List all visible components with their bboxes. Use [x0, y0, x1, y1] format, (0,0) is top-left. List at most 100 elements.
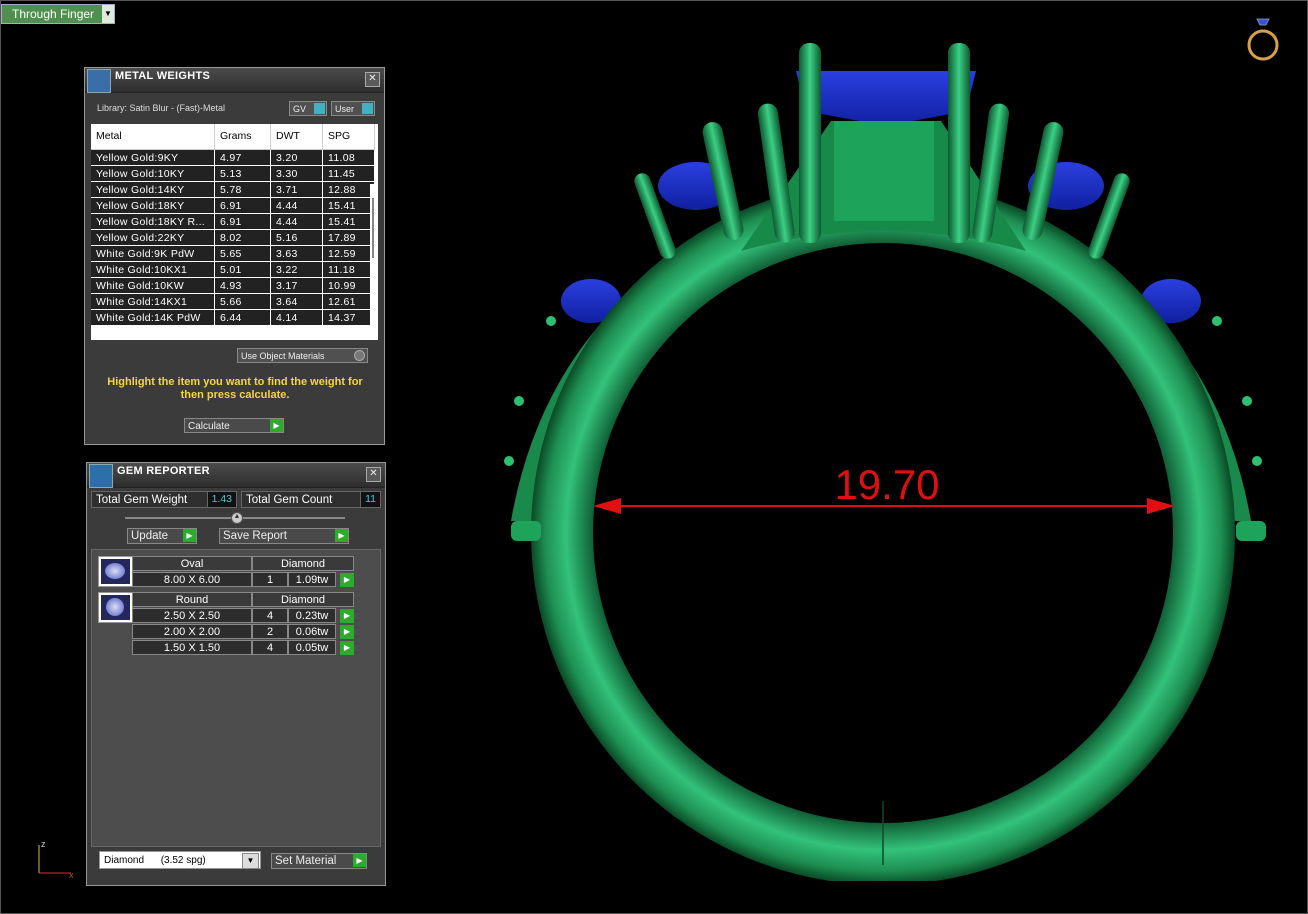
gem-size: 2.50 X 2.50: [132, 608, 252, 623]
gv-toggle[interactable]: GV: [289, 101, 327, 116]
close-icon[interactable]: ✕: [365, 72, 380, 87]
view-select-dropdown[interactable]: Through Finger ▼: [1, 4, 115, 24]
save-report-button[interactable]: Save Report ▶: [219, 528, 349, 544]
3d-viewport[interactable]: Through Finger ▼ 19.70 z x METAL WEIGHTS…: [0, 0, 1308, 914]
gem-size: 1.50 X 1.50: [132, 640, 252, 655]
column-header[interactable]: SPG: [322, 124, 375, 150]
gem-list: Oval Diamond 8.00 X 6.00 1 1.09tw ▶ Roun…: [91, 549, 381, 847]
play-icon: ▶: [335, 529, 348, 542]
table-cell: 12.59: [322, 245, 375, 262]
gem-reporter-title: GEM REPORTER: [117, 465, 210, 477]
table-cell: 5.16: [270, 229, 323, 246]
user-label: User: [335, 104, 355, 114]
table-row[interactable]: Yellow Gold:22KY 8.02 5.16 17.89: [91, 229, 375, 246]
metal-weights-icon: [87, 69, 111, 93]
gem-weight: 0.23tw: [288, 608, 336, 623]
set-material-button[interactable]: Set Material ▶: [271, 853, 367, 869]
gem-reporter-panel: GEM REPORTER ✕ Total Gem Weight 1.43 Tot…: [86, 462, 386, 886]
panel-splitter[interactable]: ▲: [125, 512, 345, 524]
table-cell: 3.30: [270, 165, 323, 182]
gem-count: 4: [252, 640, 288, 655]
gem-count: 4: [252, 608, 288, 623]
table-cell: 3.17: [270, 277, 323, 294]
table-cell: White Gold:9K PdW: [91, 245, 215, 262]
table-row[interactable]: White Gold:14K PdW 6.44 4.14 14.37: [91, 309, 375, 326]
update-label: Update: [131, 530, 169, 542]
table-row[interactable]: White Gold:10KW 4.93 3.17 10.99: [91, 277, 375, 294]
gem-weight: 0.06tw: [288, 624, 336, 639]
table-cell: Yellow Gold:10KY: [91, 165, 215, 182]
total-gem-count-label: Total Gem Count: [246, 494, 333, 506]
oval-gem-thumbnail[interactable]: [98, 556, 133, 587]
update-button[interactable]: Update ▶: [127, 528, 197, 544]
table-cell: 5.13: [214, 165, 271, 182]
table-cell: 4.14: [270, 309, 323, 326]
gem-reporter-titlebar[interactable]: GEM REPORTER ✕: [87, 463, 385, 488]
select-gems-button[interactable]: ▶: [340, 573, 354, 587]
table-cell: White Gold:14KX1: [91, 293, 215, 310]
table-cell: 4.93: [214, 277, 271, 294]
table-row[interactable]: Yellow Gold:10KY 5.13 3.30 11.45: [91, 165, 375, 182]
table-cell: 4.44: [270, 197, 323, 214]
gv-label: GV: [293, 104, 307, 114]
use-object-materials-toggle[interactable]: Use Object Materials: [237, 348, 368, 363]
axis-z-label: z: [41, 839, 46, 849]
axis-gizmo: z x: [38, 839, 74, 879]
table-cell: 10.99: [322, 277, 375, 294]
vertical-scrollbar[interactable]: [370, 184, 376, 334]
chevron-down-icon[interactable]: ▼: [102, 5, 114, 23]
bead: [504, 456, 514, 466]
total-gem-weight-label: Total Gem Weight: [96, 494, 188, 506]
round-gem-thumbnail[interactable]: [98, 592, 133, 623]
close-icon[interactable]: ✕: [366, 467, 381, 482]
material-select[interactable]: Diamond (3.52 spg) ▼: [99, 851, 261, 869]
table-cell: 6.91: [214, 213, 271, 230]
user-toggle[interactable]: User: [331, 101, 375, 116]
metal-weights-hint: Highlight the item you want to find the …: [107, 376, 363, 401]
gem-material: Diamond: [252, 592, 354, 607]
table-row[interactable]: Yellow Gold:9KY 4.97 3.20 11.08: [91, 149, 375, 166]
ring-inner: [593, 243, 1173, 823]
gem-shape: Oval: [132, 556, 252, 571]
column-header[interactable]: DWT: [270, 124, 323, 150]
table-cell: 5.01: [214, 261, 271, 278]
set-material-label: Set Material: [275, 855, 337, 867]
prong: [948, 43, 970, 243]
table-cell: 12.61: [322, 293, 375, 310]
table-cell: 4.97: [214, 149, 271, 166]
gem-weight: 1.09tw: [288, 572, 336, 587]
chevron-down-icon[interactable]: ▼: [242, 853, 259, 869]
column-header[interactable]: Metal: [91, 124, 215, 150]
calculate-button[interactable]: Calculate ▶: [184, 418, 284, 433]
table-cell: White Gold:14K PdW: [91, 309, 215, 326]
play-icon: ▶: [353, 854, 366, 867]
gem-shape: Round: [132, 592, 252, 607]
material-select-value: Diamond (3.52 spg): [104, 855, 206, 866]
play-icon: ▶: [270, 419, 283, 432]
table-row[interactable]: White Gold:10KX1 5.01 3.22 11.18: [91, 261, 375, 278]
column-header[interactable]: Grams: [214, 124, 271, 150]
ring-thumbnail-icon[interactable]: [1244, 15, 1282, 65]
table-row[interactable]: White Gold:9K PdW 5.65 3.63 12.59: [91, 245, 375, 262]
select-gems-button[interactable]: ▶: [340, 625, 354, 639]
table-cell: White Gold:10KW: [91, 277, 215, 294]
table-cell: 15.41: [322, 197, 375, 214]
metal-weights-panel: METAL WEIGHTS ✕ Library: Satin Blur - (F…: [84, 67, 385, 445]
metal-weights-titlebar[interactable]: METAL WEIGHTS ✕: [85, 68, 384, 93]
select-gems-button[interactable]: ▶: [340, 641, 354, 655]
table-cell: Yellow Gold:22KY: [91, 229, 215, 246]
select-gems-button[interactable]: ▶: [340, 609, 354, 623]
table-row[interactable]: Yellow Gold:18KY R... 6.91 4.44 15.41: [91, 213, 375, 230]
table-row[interactable]: White Gold:14KX1 5.66 3.64 12.61: [91, 293, 375, 310]
table-row[interactable]: Yellow Gold:18KY 6.91 4.44 15.41: [91, 197, 375, 214]
table-cell: 3.20: [270, 149, 323, 166]
table-row[interactable]: Yellow Gold:14KY 5.78 3.71 12.88: [91, 181, 375, 198]
ring-render: 19.70: [504, 43, 1266, 881]
bead: [514, 396, 524, 406]
view-name: Through Finger: [12, 7, 95, 21]
library-label: Library: Satin Blur - (Fast)-Metal: [97, 103, 226, 113]
bead: [1252, 456, 1262, 466]
table-cell: 11.45: [322, 165, 375, 182]
table-cell: Yellow Gold:18KY: [91, 197, 215, 214]
table-cell: 11.08: [322, 149, 375, 166]
